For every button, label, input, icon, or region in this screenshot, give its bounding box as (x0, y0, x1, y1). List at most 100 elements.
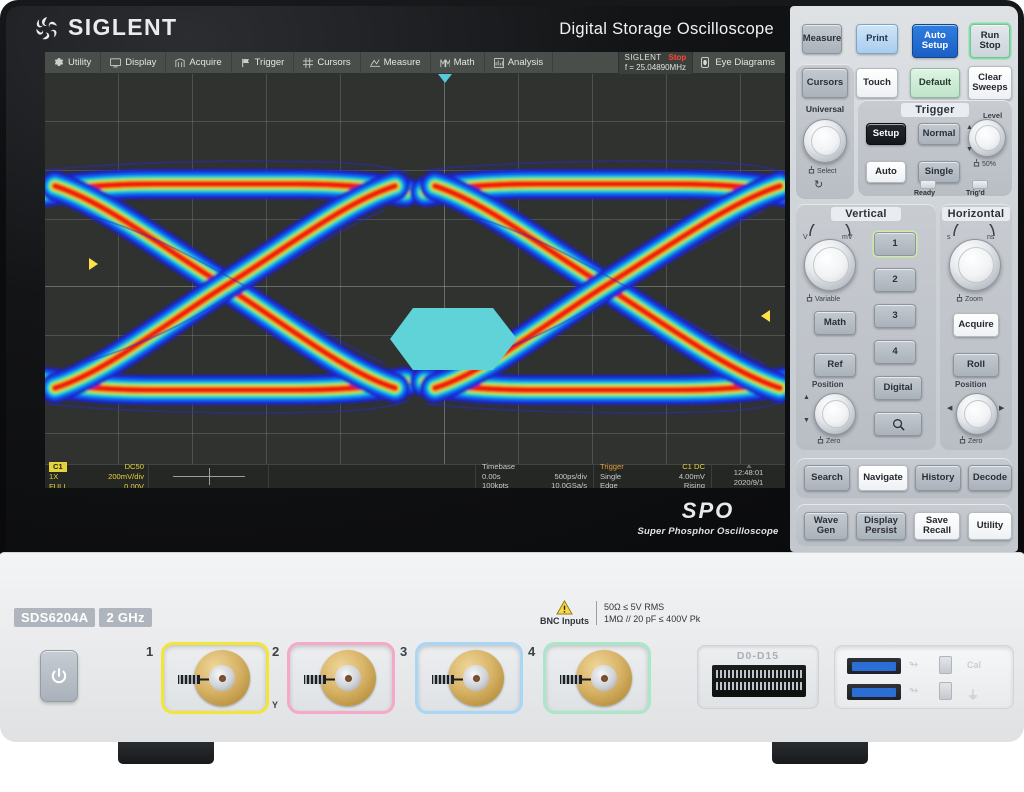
menu-item-acquire[interactable]: Acquire (166, 52, 232, 74)
horizontal-zero-label: Zero (959, 436, 982, 445)
probe-comp-icon (432, 675, 463, 684)
default-button[interactable]: Default (910, 68, 960, 98)
channel-name: C1 (49, 462, 67, 473)
trigger-slope: Rising (683, 481, 705, 488)
menu-item-analysis[interactable]: Analysis (485, 52, 554, 74)
menu-item-display[interactable]: Display (101, 52, 167, 74)
horizontal-position-knob[interactable] (956, 393, 998, 435)
horizontal-arc-icon (953, 224, 995, 237)
menu-item-measure[interactable]: Measure (361, 52, 431, 74)
timebase-delay: 0.00s (482, 471, 501, 481)
trigger-level-50-label: 50% (973, 159, 996, 168)
eye-diagrams-label: Eye Diagrams (715, 57, 775, 68)
vertical-group-title: Vertical (796, 207, 936, 221)
auto-setup-button[interactable]: Auto Setup (912, 24, 958, 58)
bnc-input-4[interactable] (543, 642, 651, 714)
trigger-box[interactable]: Trigger C1 DC Single 4.00mV Edge Rising (593, 462, 711, 488)
navigate-button[interactable]: Navigate (858, 465, 908, 491)
trigger-level-marker[interactable] (761, 310, 770, 322)
usb-symbol-icon-top: ↬ (909, 659, 919, 671)
usb-port-bottom[interactable] (847, 684, 901, 700)
probe-comp-icon (560, 675, 591, 684)
channel-badge-c1[interactable]: C1 DC50 1X 200mV/div FULL 0.00V (45, 462, 149, 488)
bnc-number-1: 1 (146, 644, 154, 659)
search-button[interactable]: Search (804, 465, 850, 491)
digital-input-port[interactable]: D0-D15 (697, 645, 819, 709)
ready-led-label: Ready (914, 190, 936, 197)
flag-icon (241, 58, 249, 67)
menu-item-label: Display (125, 57, 157, 68)
trigger-setup-button[interactable]: Setup (866, 123, 906, 145)
bnc-input-1[interactable] (161, 642, 269, 714)
oscilloscope-front-panel: SIGLENT Digital Storage Oscilloscope Uti… (0, 0, 1024, 792)
run-stop-button[interactable]: Run Stop (970, 24, 1010, 58)
menu-item-label: Acquire (189, 57, 222, 68)
vertical-position-up-arrow: ▲ (803, 394, 810, 401)
magnifier-icon (892, 418, 905, 431)
decode-button[interactable]: Decode (968, 465, 1012, 491)
bnc-input-3[interactable] (415, 642, 523, 714)
spo-logo: SPO (681, 498, 735, 523)
lcd-screen[interactable]: Utility Display Acquire Trigger Cursors (45, 52, 785, 488)
trigger-auto-button[interactable]: Auto (866, 161, 906, 183)
horizontal-scale-knob[interactable] (949, 239, 1001, 291)
bnc-number-3: 3 (400, 644, 408, 659)
trigger-level-down-arrow: ▼ (966, 146, 973, 153)
vertical-variable-knob[interactable] (804, 239, 856, 291)
touch-button[interactable]: Touch (856, 68, 898, 98)
save-recall-button[interactable]: Save Recall (914, 512, 960, 540)
clear-sweeps-button[interactable]: Clear Sweeps (968, 66, 1012, 100)
push-icon (808, 166, 815, 174)
wave-gen-button[interactable]: Wave Gen (804, 512, 848, 540)
trigger-position-marker[interactable] (438, 74, 452, 83)
vertical-position-knob[interactable] (814, 393, 856, 435)
digital-button[interactable]: Digital (874, 376, 922, 400)
cal-label: Cal (967, 660, 982, 670)
trigger-level-knob[interactable] (968, 119, 1006, 157)
menu-item-cursors[interactable]: Cursors (294, 52, 361, 74)
eye-diagrams-button[interactable]: Eye Diagrams (693, 52, 785, 74)
trigger-normal-button[interactable]: Normal (918, 123, 960, 145)
eye-diagram-icon (701, 57, 710, 68)
ready-led (920, 180, 936, 189)
acquire-button[interactable]: Acquire (953, 313, 999, 337)
cursors-button[interactable]: Cursors (802, 68, 848, 98)
display-persist-button[interactable]: Display Persist (856, 512, 906, 540)
mask-test-hexagon (390, 308, 517, 370)
micro-usb-bottom[interactable] (939, 682, 952, 700)
timebase-box[interactable]: Timebase 0.00s 500ps/div 100kpts 10.0GSa… (475, 462, 593, 488)
utility-button[interactable]: Utility (968, 512, 1012, 540)
display-icon (110, 57, 122, 67)
model-badge: SDS6204A 2 GHz (14, 608, 152, 627)
universal-select-label: Select (808, 166, 836, 175)
brand-name: SIGLENT (68, 14, 178, 40)
print-button[interactable]: Print (856, 24, 898, 54)
channel-3-button[interactable]: 3 (874, 304, 916, 328)
timebase-memory: 100kpts (482, 481, 509, 488)
history-button[interactable]: History (915, 465, 961, 491)
math-button[interactable]: Math (814, 311, 856, 335)
micro-usb-top[interactable] (939, 656, 952, 674)
acquire-icon (175, 57, 185, 67)
channel-4-button[interactable]: 4 (874, 340, 916, 364)
horizontal-position-left-arrow: ◀ (947, 405, 953, 412)
roll-button[interactable]: Roll (953, 353, 999, 377)
menu-item-math[interactable]: Math (431, 52, 485, 74)
cursors-icon (303, 57, 314, 68)
menu-item-utility[interactable]: Utility (45, 52, 102, 74)
universal-knob[interactable] (803, 119, 847, 163)
digital-connector (712, 665, 806, 697)
vertical-zoom-search-button[interactable] (874, 412, 922, 436)
channel-ground-marker[interactable] (89, 258, 98, 270)
channel-1-button[interactable]: 1 (874, 232, 916, 256)
power-button[interactable] (40, 650, 78, 702)
channel-2-button[interactable]: 2 (874, 268, 916, 292)
bnc-input-2[interactable] (287, 642, 395, 714)
waveform-grid[interactable] (45, 74, 785, 464)
menu-item-trigger[interactable]: Trigger (232, 52, 295, 74)
measure-button[interactable]: Measure (802, 24, 842, 54)
menu-item-label: Trigger (254, 57, 285, 68)
ref-button[interactable]: Ref (814, 353, 856, 377)
analysis-icon (493, 57, 504, 68)
usb-port-top[interactable] (847, 658, 901, 674)
